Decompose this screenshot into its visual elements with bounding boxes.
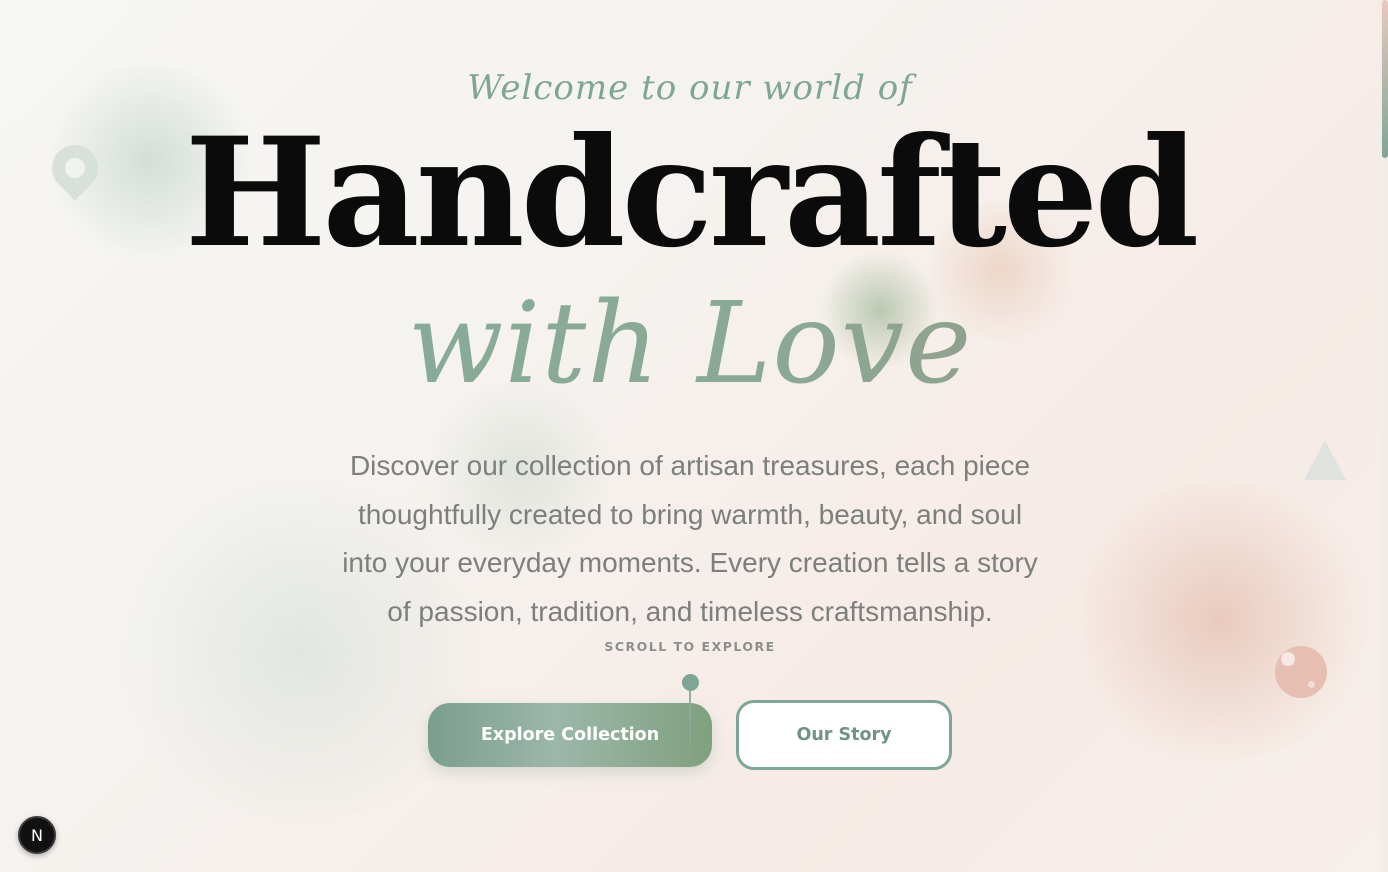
- hero-welcome-text: Welcome to our world of: [467, 68, 913, 108]
- hero-subtitle: with Love: [0, 288, 1380, 400]
- explore-collection-button[interactable]: Explore Collection: [428, 703, 712, 767]
- hero-title: Handcrafted: [184, 105, 1200, 281]
- nextjs-dev-badge[interactable]: N: [18, 816, 56, 854]
- hero-description: Discover our collection of artisan treas…: [342, 450, 1038, 627]
- scroll-indicator-dot: [682, 674, 699, 691]
- hero-section: Welcome to our world of Handcrafted with…: [0, 0, 1380, 872]
- our-story-button[interactable]: Our Story: [736, 700, 952, 770]
- scroll-to-explore-label: SCROLL TO EXPLORE: [604, 639, 776, 654]
- scrollbar-thumb[interactable]: [1382, 0, 1388, 158]
- scroll-indicator-line: [689, 690, 691, 760]
